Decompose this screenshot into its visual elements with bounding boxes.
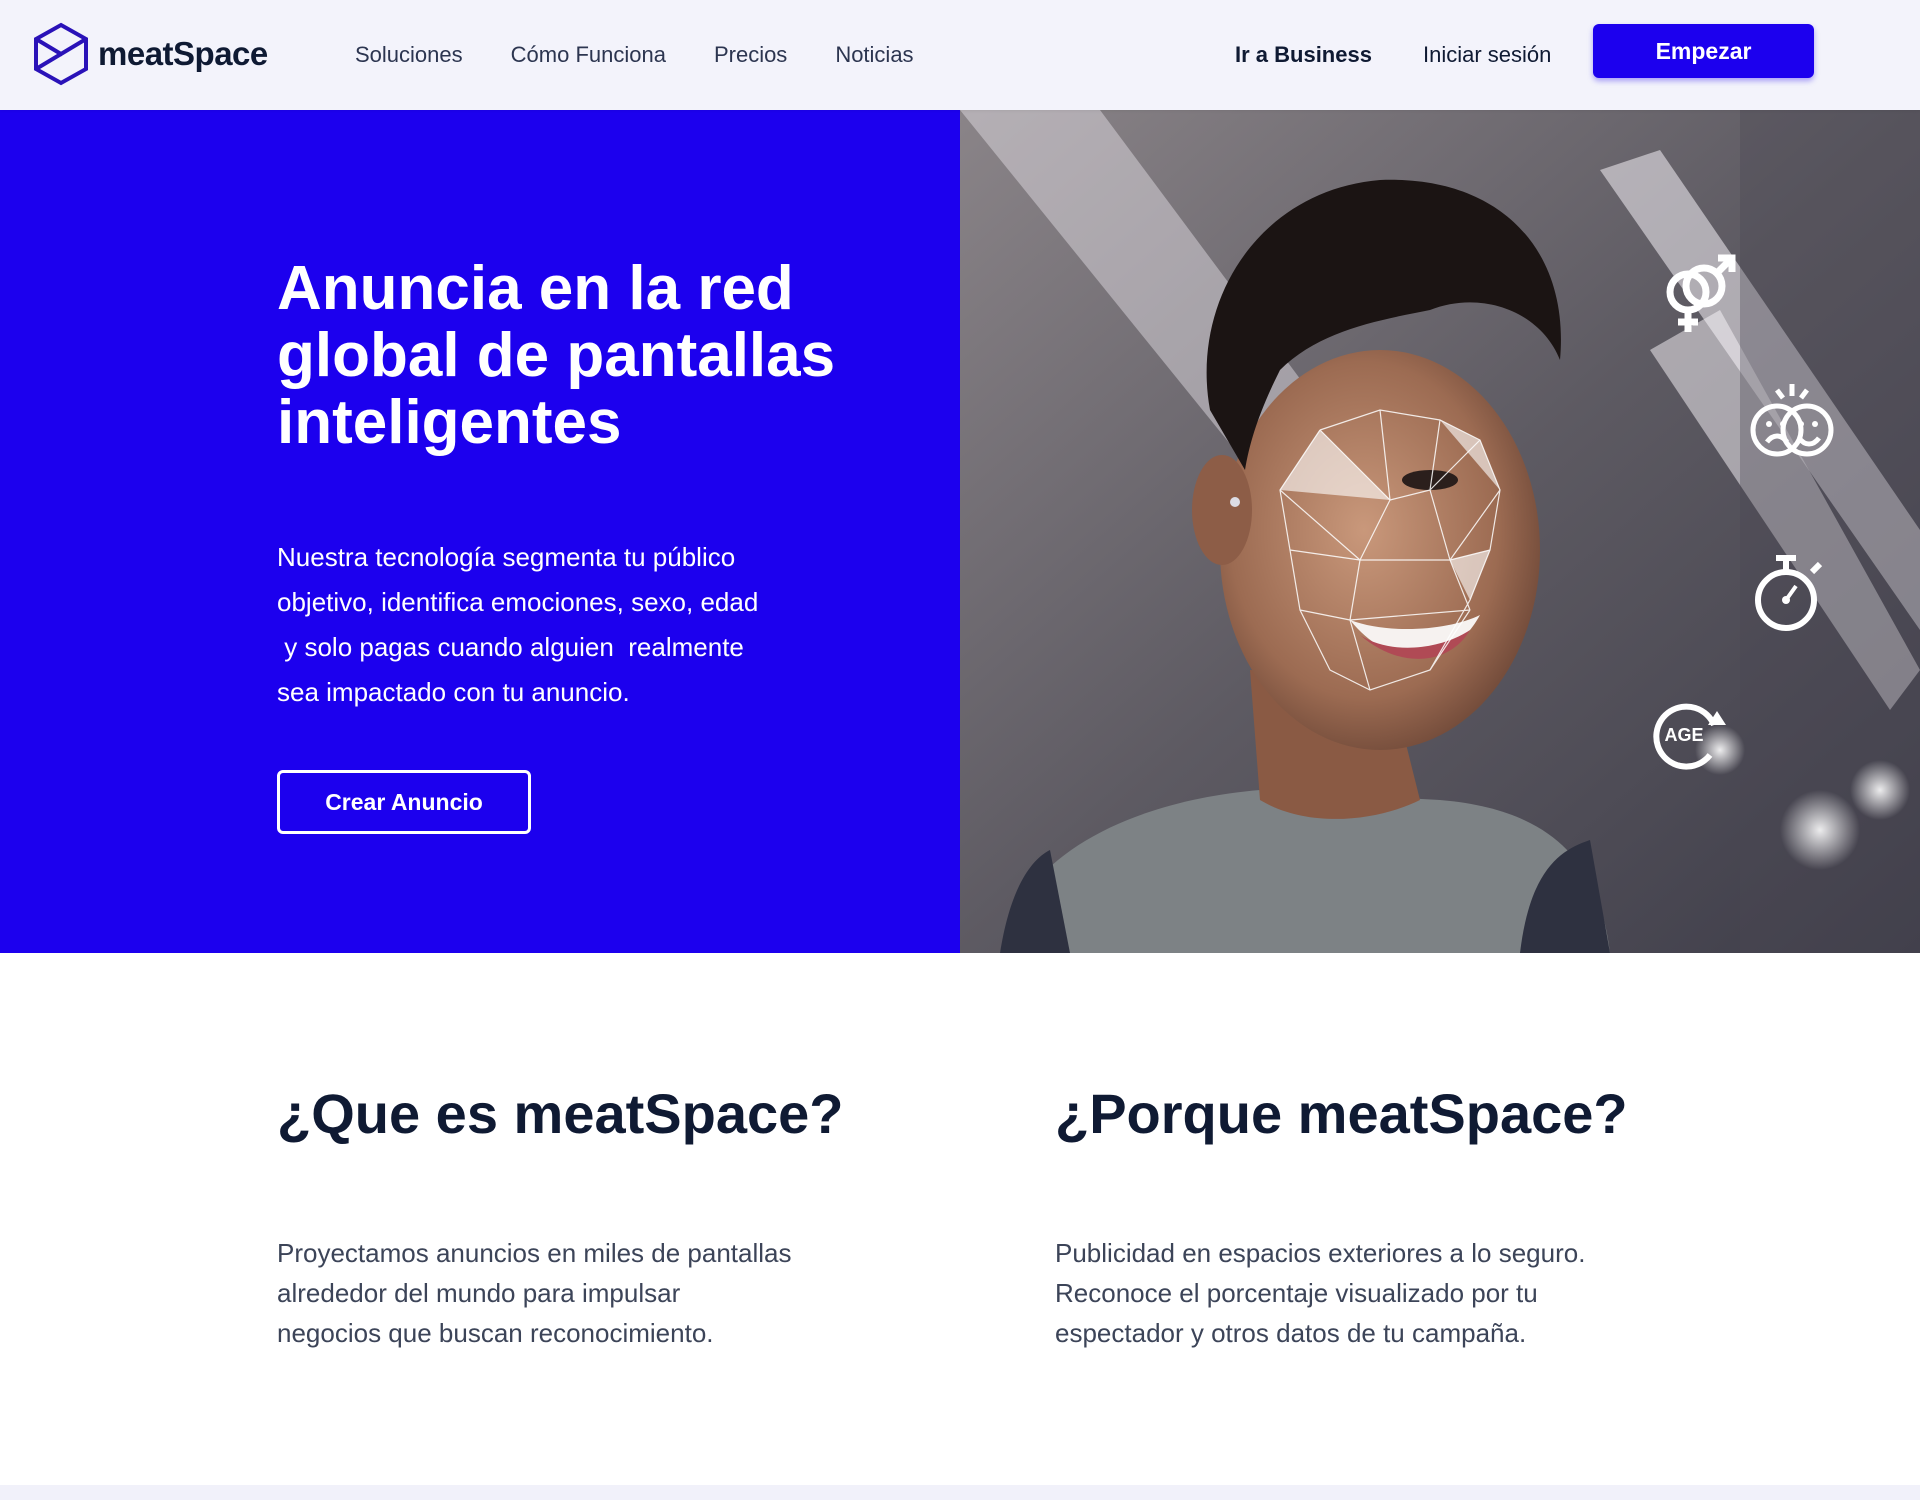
nav-link-soluciones[interactable]: Soluciones (355, 42, 463, 68)
hero-panel: Anuncia en la red global de pantallas in… (0, 110, 960, 953)
create-ad-button[interactable]: Crear Anuncio (277, 770, 531, 834)
login-link[interactable]: Iniciar sesión (1423, 42, 1551, 68)
info-section: ¿Que es meatSpace? Proyectamos anuncios … (0, 953, 1920, 1485)
what-is-text: Proyectamos anuncios en miles de pantall… (277, 1238, 792, 1348)
why-title: ¿Porque meatSpace? (1055, 1082, 1628, 1145)
stopwatch-icon (1755, 555, 1823, 631)
nav-link-noticias[interactable]: Noticias (835, 42, 913, 68)
main-nav: Soluciones Cómo Funciona Precios Noticia… (355, 0, 962, 110)
nav-link-como-funciona[interactable]: Cómo Funciona (511, 42, 666, 68)
hero-title: Anuncia en la red global de pantallas in… (277, 254, 836, 457)
age-icon: AGE (1650, 695, 1730, 775)
brand-logo[interactable]: meatSpace (32, 22, 268, 86)
cube-logo-icon (34, 22, 88, 86)
gender-icon (1666, 254, 1736, 332)
face-recognition-illustration (960, 110, 1920, 953)
footer-strip (0, 1485, 1920, 1500)
what-is-title: ¿Que es meatSpace? (277, 1082, 844, 1145)
brand-name: meatSpace (98, 35, 268, 72)
business-link[interactable]: Ir a Business (1235, 42, 1372, 68)
emotion-masks-icon (1750, 384, 1834, 457)
nav-link-precios[interactable]: Precios (714, 42, 787, 68)
top-nav: meatSpace Soluciones Cómo Funciona Preci… (0, 0, 1920, 110)
age-badge-text: AGE (1664, 724, 1704, 745)
hero-image: AGE (960, 110, 1920, 953)
why-text: Publicidad en espacios exteriores a lo s… (1055, 1238, 1586, 1348)
hero-description: Nuestra tecnología segmenta tu público o… (277, 542, 759, 707)
start-button[interactable]: Empezar (1593, 24, 1814, 78)
